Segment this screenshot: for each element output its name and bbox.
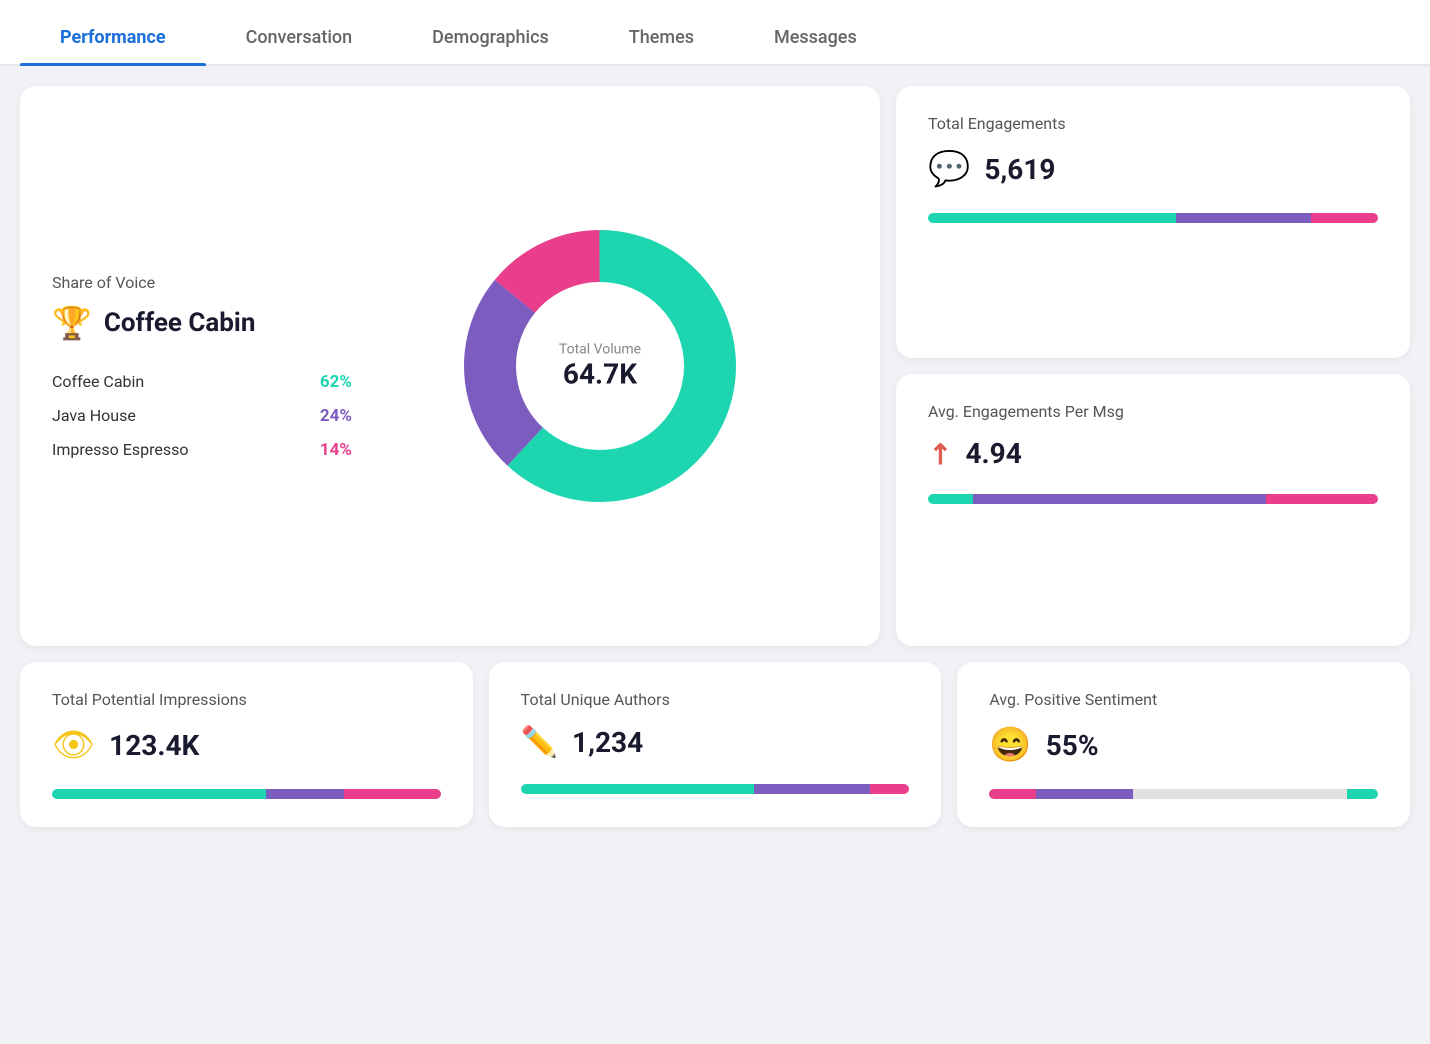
authors-bar xyxy=(521,784,910,794)
avg-engagements-card: Avg. Engagements Per Msg ↗ 4.94 xyxy=(896,374,1410,646)
donut-center-value: 64.7K xyxy=(559,358,641,391)
donut-chart: Total Volume 64.7K xyxy=(440,206,760,526)
sov-table: Coffee Cabin 62% Java House 24% Impresso… xyxy=(52,372,352,460)
sentiment-value: 55% xyxy=(1046,729,1099,762)
arrow-up-icon: ↗ xyxy=(920,434,960,474)
impressions-value: 123.4K xyxy=(109,729,199,762)
impressions-value-row: 👁 123.4K xyxy=(52,725,441,765)
bar-purple-0 xyxy=(1176,213,1311,223)
tab-themes[interactable]: Themes xyxy=(589,27,734,64)
sentiment-bar xyxy=(989,789,1378,799)
sentiment-card: Avg. Positive Sentiment 😄 55% xyxy=(957,662,1410,827)
avg-engagements-value: 4.94 xyxy=(965,437,1021,470)
sov-winner-name: Coffee Cabin xyxy=(104,308,256,338)
impressions-card: Total Potential Impressions 👁 123.4K xyxy=(20,662,473,827)
sov-row-1: Java House 24% xyxy=(52,406,352,426)
total-engagements-bar xyxy=(928,213,1378,223)
total-engagements-card: Total Engagements 💬 5,619 xyxy=(896,86,1410,358)
sov-brand-row: 🏆 Coffee Cabin xyxy=(52,304,352,342)
sov-row-2: Impresso Espresso 14% xyxy=(52,440,352,460)
bar-purple-2 xyxy=(266,789,344,799)
top-row: Share of Voice 🏆 Coffee Cabin Coffee Cab… xyxy=(20,86,1410,646)
impressions-bar xyxy=(52,789,441,799)
bar-pink-3 xyxy=(870,784,909,794)
bar-purple-1 xyxy=(973,494,1266,504)
trophy-icon: 🏆 xyxy=(52,304,92,342)
sov-left-panel: Share of Voice 🏆 Coffee Cabin Coffee Cab… xyxy=(52,273,352,460)
donut-center-label: Total Volume xyxy=(559,342,641,358)
nav-tabs: Performance Conversation Demographics Th… xyxy=(0,0,1430,66)
bottom-row: Total Potential Impressions 👁 123.4K Tot… xyxy=(20,662,1410,827)
authors-card: Total Unique Authors ✏️ 1,234 xyxy=(489,662,942,827)
bar-pink-0 xyxy=(1311,213,1379,223)
avg-engagements-bar xyxy=(928,494,1378,504)
sentiment-bar-purple xyxy=(1036,789,1133,799)
bar-pink-1 xyxy=(1266,494,1379,504)
sentiment-label: Avg. Positive Sentiment xyxy=(989,690,1378,709)
bar-cyan-2 xyxy=(52,789,266,799)
avg-engagements-label: Avg. Engagements Per Msg xyxy=(928,402,1378,421)
right-stack: Total Engagements 💬 5,619 Avg. Engagemen… xyxy=(896,86,1410,646)
smile-icon: 😄 xyxy=(989,725,1031,765)
sentiment-bar-cyan xyxy=(1347,789,1378,799)
avg-engagements-value-row: ↗ 4.94 xyxy=(928,437,1378,470)
impressions-label: Total Potential Impressions xyxy=(52,690,441,709)
sov-pct-0: 62% xyxy=(320,372,352,392)
tab-performance[interactable]: Performance xyxy=(20,27,206,64)
authors-value-row: ✏️ 1,234 xyxy=(521,725,910,760)
sov-pct-2: 14% xyxy=(320,440,352,460)
donut-center: Total Volume 64.7K xyxy=(559,342,641,391)
pencil-icon: ✏️ xyxy=(521,725,558,760)
sov-company-2: Impresso Espresso xyxy=(52,440,188,459)
sentiment-value-row: 😄 55% xyxy=(989,725,1378,765)
sov-row-0: Coffee Cabin 62% xyxy=(52,372,352,392)
bar-cyan-0 xyxy=(928,213,1176,223)
sov-section-label: Share of Voice xyxy=(52,273,352,292)
total-engagements-value: 5,619 xyxy=(984,153,1055,186)
bar-cyan-3 xyxy=(521,784,754,794)
bar-pink-2 xyxy=(344,789,441,799)
bar-cyan-1 xyxy=(928,494,973,504)
sov-company-1: Java House xyxy=(52,406,136,425)
main-content: Share of Voice 🏆 Coffee Cabin Coffee Cab… xyxy=(0,66,1430,847)
sov-donut-panel: Total Volume 64.7K xyxy=(352,206,848,526)
share-of-voice-card: Share of Voice 🏆 Coffee Cabin Coffee Cab… xyxy=(20,86,880,646)
sov-pct-1: 24% xyxy=(320,406,352,426)
bar-purple-3 xyxy=(754,784,871,794)
eye-icon: 👁 xyxy=(52,725,95,765)
sentiment-bar-red xyxy=(989,789,1036,799)
authors-label: Total Unique Authors xyxy=(521,690,910,709)
sov-company-0: Coffee Cabin xyxy=(52,372,144,391)
chat-icon: 💬 xyxy=(928,149,970,189)
tab-conversation[interactable]: Conversation xyxy=(206,27,393,64)
tab-messages[interactable]: Messages xyxy=(734,27,897,64)
authors-value: 1,234 xyxy=(572,726,643,759)
sentiment-bar-gap xyxy=(1133,789,1347,799)
tab-demographics[interactable]: Demographics xyxy=(392,27,589,64)
total-engagements-label: Total Engagements xyxy=(928,114,1378,133)
total-engagements-value-row: 💬 5,619 xyxy=(928,149,1378,189)
